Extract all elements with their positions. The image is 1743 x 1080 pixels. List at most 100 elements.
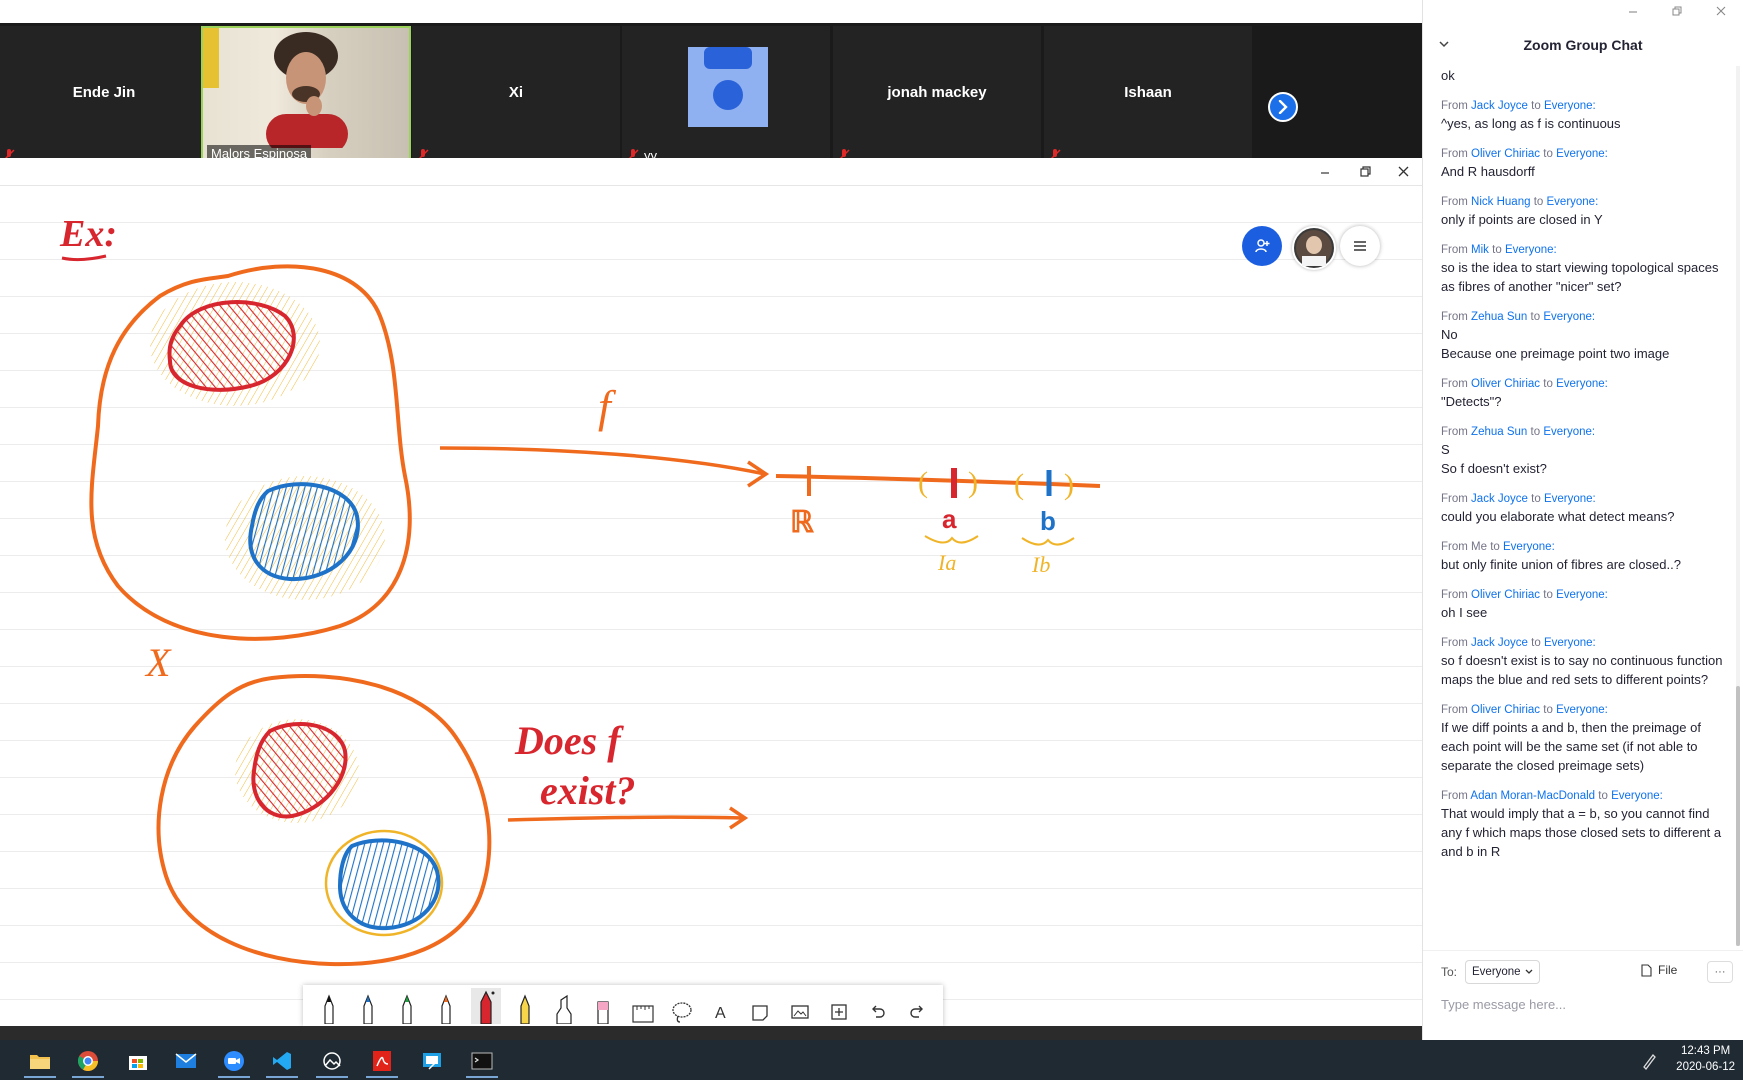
snip-icon (423, 1053, 441, 1070)
f-label: f (598, 381, 617, 432)
recipient-name: Everyone: (1543, 637, 1596, 649)
chat-title: Zoom Group Chat (1523, 37, 1643, 53)
taskbar-mail[interactable] (166, 1044, 206, 1078)
text-tool[interactable]: A (706, 988, 736, 1024)
chat-message: From Jack Joyce to Everyone: could you el… (1441, 491, 1726, 526)
store-icon (129, 1056, 147, 1070)
taskbar-photos[interactable] (312, 1044, 352, 1078)
chat-scrollbar[interactable] (1736, 66, 1740, 946)
folder-icon (30, 1055, 50, 1069)
taskbar-store[interactable] (118, 1044, 158, 1078)
zoom-icon (224, 1051, 244, 1071)
pen-red-tool[interactable] (470, 987, 501, 1024)
pen-green-tool[interactable] (392, 988, 422, 1024)
ruler-tool[interactable] (628, 988, 658, 1024)
chat-close-button[interactable] (1699, 0, 1743, 22)
undo-icon (872, 1005, 885, 1018)
participant-tile-ende-jin[interactable]: Ende Jin (0, 26, 208, 166)
restore-button[interactable] (1348, 158, 1382, 185)
sender-name[interactable]: Jack Joyce (1471, 493, 1528, 505)
sender-name[interactable]: Zehua Sun (1471, 426, 1527, 438)
to-label: To: (1441, 965, 1458, 979)
pen-black-tool[interactable] (314, 988, 344, 1024)
chat-message: From Me to Everyone: but only finite unio… (1441, 539, 1726, 574)
taskbar-acrobat[interactable] (362, 1044, 402, 1078)
sender-name[interactable]: Jack Joyce (1471, 100, 1528, 112)
avatar (1296, 230, 1332, 266)
sender-name[interactable]: Mik (1471, 244, 1489, 256)
recipient-name: Everyone: (1556, 589, 1608, 601)
participant-tile-jonah-mackey[interactable]: jonah mackey (833, 26, 1041, 166)
message-meta: From Jack Joyce to Everyone: (1441, 491, 1726, 507)
system-clock[interactable]: 12:43 PM 2020-06-12 (1676, 1043, 1735, 1075)
restore-icon (1359, 166, 1371, 177)
sender-name[interactable]: Oliver Chiriac (1471, 378, 1540, 390)
taskbar: 12:43 PM 2020-06-12 (0, 1040, 1743, 1080)
to-word: to (1492, 244, 1502, 256)
question-line-1: Does f (514, 718, 624, 763)
chat-minimize-button[interactable] (1611, 0, 1655, 22)
image-tool[interactable] (785, 988, 815, 1024)
participant-tile-xi[interactable]: Xi (412, 26, 620, 166)
from-prefix: From (1441, 493, 1468, 505)
sticky-note-tool[interactable] (745, 988, 775, 1024)
chat-message: From Oliver Chiriac to Everyone: And R ha… (1441, 146, 1726, 181)
sender-name[interactable]: Oliver Chiriac (1471, 589, 1540, 601)
sender-name[interactable]: Nick Huang (1471, 196, 1530, 208)
restore-icon (1672, 6, 1682, 16)
map-f-arrow (439, 446, 766, 476)
pen-blue-tool[interactable] (353, 988, 383, 1024)
close-button[interactable] (1386, 158, 1420, 185)
add-page-tool[interactable] (824, 988, 854, 1024)
taskbar-chrome[interactable] (68, 1044, 108, 1078)
message-meta: From Jack Joyce to Everyone: (1441, 98, 1726, 114)
close-icon (1398, 166, 1408, 177)
share-user-button[interactable] (1242, 226, 1282, 266)
minimize-button[interactable] (1308, 158, 1342, 185)
scrollbar-thumb[interactable] (1736, 686, 1740, 946)
undo-button[interactable] (863, 988, 893, 1024)
chat-restore-button[interactable] (1655, 0, 1699, 22)
pen-orange-tool[interactable] (431, 988, 461, 1024)
taskbar-pen-workspace[interactable] (1634, 1044, 1664, 1078)
recipient-value: Everyone (1472, 966, 1521, 978)
from-prefix: From (1441, 196, 1468, 208)
pen-blue-icon (363, 993, 373, 1024)
collaborator-avatar[interactable] (1292, 226, 1336, 270)
sender-name[interactable]: Oliver Chiriac (1471, 704, 1540, 716)
participant-tile-yy[interactable]: yy (622, 26, 830, 166)
message-text: oh I see (1441, 605, 1488, 620)
sender-name[interactable]: Oliver Chiriac (1471, 148, 1540, 160)
next-participants-button[interactable] (1268, 92, 1298, 122)
file-button[interactable]: File (1641, 963, 1677, 977)
whiteboard-canvas[interactable]: Ex: f ℝ ( ) a Ia ( ) b Ib X Does f exist… (0, 186, 1422, 1026)
taskbar-terminal[interactable] (462, 1044, 502, 1078)
redo-button[interactable] (902, 988, 932, 1024)
to-word: to (1490, 541, 1500, 553)
eraser-tool[interactable] (588, 988, 618, 1024)
to-word: to (1530, 426, 1541, 438)
sender-name[interactable]: Zehua Sun (1471, 311, 1527, 323)
whiteboard-menu-button[interactable] (1340, 226, 1380, 266)
recipient-select[interactable]: Everyone (1465, 960, 1540, 984)
chrome-icon (77, 1051, 98, 1071)
whiteboard-toolbar: A (303, 985, 943, 1026)
sender-name[interactable]: Jack Joyce (1471, 637, 1528, 649)
participant-tile-ishaan[interactable]: Ishaan (1044, 26, 1252, 166)
participant-tile-malors-espinosa[interactable]: Malors Espinosa (201, 26, 411, 166)
add-page-icon (831, 1003, 847, 1020)
highlighter-tool[interactable] (549, 988, 579, 1024)
taskbar-snip[interactable] (412, 1044, 452, 1078)
lasso-tool[interactable] (667, 988, 697, 1024)
taskbar-zoom[interactable] (214, 1044, 254, 1078)
message-text: could you elaborate what detect means? (1441, 509, 1675, 524)
taskbar-vscode[interactable] (262, 1044, 302, 1078)
sender-name[interactable]: Adan Moran-MacDonald (1470, 790, 1595, 802)
taskbar-file-explorer[interactable] (20, 1044, 60, 1078)
hamburger-menu-icon (1354, 241, 1366, 251)
chat-message: From Adan Moran-MacDonald to Everyone: Th… (1441, 788, 1726, 861)
pencil-yellow-tool[interactable] (510, 988, 540, 1024)
message-input[interactable] (1439, 991, 1733, 1017)
chat-panel: Zoom Group Chat ok From Jack Joyce to Ev… (1422, 0, 1743, 1040)
more-options-button[interactable]: ··· (1707, 961, 1733, 983)
